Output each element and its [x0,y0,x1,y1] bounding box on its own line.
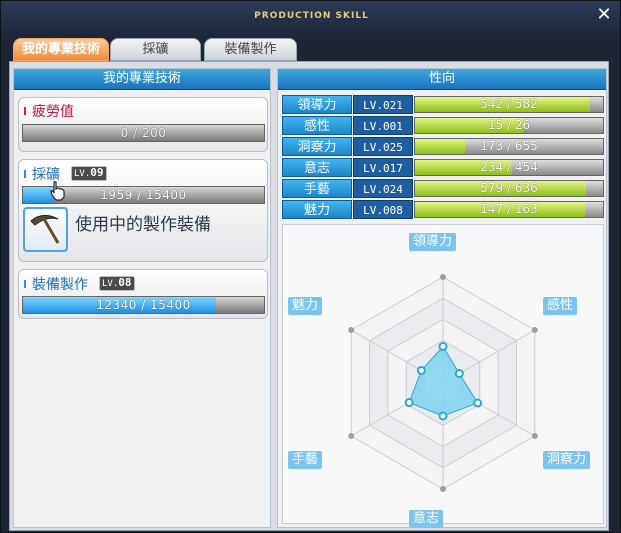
radar-value-point [416,365,426,375]
trait-name: 領導力 [282,95,352,114]
radar-axis-label: 魅力 [288,297,323,315]
aptitude-panel: 性向 領導力 LV.021 542 / 582 感性 LV.001 15 / 2… [277,68,607,528]
content-frame: 我的專業技術 疲勞值 0 / 200 採礦 LV.09 1959 / 15400 [9,61,609,531]
radar-vertex-dot [531,327,538,333]
tab-equipment-crafting[interactable]: 裝備製作 [204,38,297,61]
tab-mining[interactable]: 採礦 [110,38,201,61]
crafting-card[interactable]: 裝備製作 LV.08 12340 / 15400 [18,269,268,319]
mining-level-prefix: LV. [74,169,91,179]
close-icon[interactable]: ✕ [596,6,612,24]
radar-axis-label: 領導力 [409,233,457,251]
radar-value-point [454,369,464,379]
trait-name: 手藝 [282,179,352,198]
trait-level: LV.024 [353,179,413,198]
radar-axis-label: 洞察力 [543,451,591,469]
trait-row: 意志 LV.017 234 / 454 [282,158,604,177]
mining-card[interactable]: 採礦 LV.09 1959 / 15400 使用中的製作裝備 [18,159,268,262]
aptitude-radar-chart [348,274,538,492]
crafting-value: 12340 / 15400 [96,298,191,312]
trait-row: 感性 LV.001 15 / 26 [282,116,604,135]
trait-name: 洞察力 [282,137,352,156]
radar-value-point [438,342,448,352]
window-title: PRODUCTION SKILL [254,11,369,21]
trait-bar: 579 / 636 [414,180,604,197]
radar-axis-label: 手藝 [288,451,323,469]
trait-level: LV.021 [353,95,413,114]
title-bar[interactable]: PRODUCTION SKILL ✕ [1,1,621,31]
radar-vertex-dot [348,327,355,333]
trait-bar: 234 / 454 [414,159,604,176]
radar-value-point [473,398,483,408]
radar-value-point [404,398,414,408]
trait-row: 洞察力 LV.025 173 / 655 [282,137,604,156]
fatigue-card: 疲勞值 0 / 200 [18,97,268,152]
trait-row: 手藝 LV.024 579 / 636 [282,179,604,198]
hand-cursor-icon [47,180,69,202]
mining-level-badge: LV.09 [71,166,107,181]
trait-level: LV.025 [353,137,413,156]
trait-value: 15 / 26 [487,118,531,132]
radar-axis-label: 感性 [543,297,578,315]
trait-value: 579 / 636 [480,181,538,195]
mining-level: 09 [90,166,104,179]
radar-vertex-dot [440,486,446,492]
trait-row: 魅力 LV.008 147 / 163 [282,200,604,219]
production-skill-window: PRODUCTION SKILL ✕ 我的專業技術 採礦 裝備製作 我的專業技術… [0,0,621,533]
trait-name: 感性 [282,116,352,135]
my-skills-header: 我的專業技術 [14,69,270,90]
radar-value-point [438,411,448,421]
trait-bar: 542 / 582 [414,96,604,113]
fatigue-bar: 0 / 200 [22,124,265,142]
crafting-label: 裝備製作 [32,277,88,293]
trait-row: 領導力 LV.021 542 / 582 [282,95,604,114]
radar-axis-label: 意志 [409,510,444,528]
radar-area: 領導力 感性 洞察力 意志 手藝 魅力 [282,224,604,528]
trait-level: LV.001 [353,116,413,135]
radar-vertex-dot [440,274,446,280]
fatigue-marker [24,107,26,115]
trait-level: LV.008 [353,200,413,219]
my-skills-panel: 我的專業技術 疲勞值 0 / 200 採礦 LV.09 1959 / 15400 [13,68,271,528]
crafting-level-prefix: LV. [102,279,119,289]
trait-value: 234 / 454 [480,160,538,174]
crafting-marker [24,280,26,288]
trait-level: LV.017 [353,158,413,177]
trait-name: 意志 [282,158,352,177]
aptitude-header: 性向 [278,69,606,90]
radar-vertex-dot [531,433,538,439]
trait-bar: 147 / 163 [414,201,604,218]
trait-bar: 15 / 26 [414,117,604,134]
crafting-level-badge: LV.08 [99,276,135,291]
fatigue-value: 0 / 200 [120,126,167,140]
crafting-bar: 12340 / 15400 [22,296,265,314]
trait-value: 542 / 582 [480,97,538,111]
equipped-status: 使用中的製作裝備 [75,215,211,235]
tab-my-skills[interactable]: 我的專業技術 [13,38,109,61]
radar-vertex-dot [348,433,355,439]
trait-bar: 173 / 655 [414,138,604,155]
trait-value: 173 / 655 [480,139,538,153]
trait-name: 魅力 [282,200,352,219]
trait-value: 147 / 163 [480,202,538,216]
mining-marker [24,170,26,178]
crafting-level: 08 [118,276,132,289]
fatigue-label: 疲勞值 [32,104,74,120]
pickaxe-icon[interactable] [23,207,68,252]
